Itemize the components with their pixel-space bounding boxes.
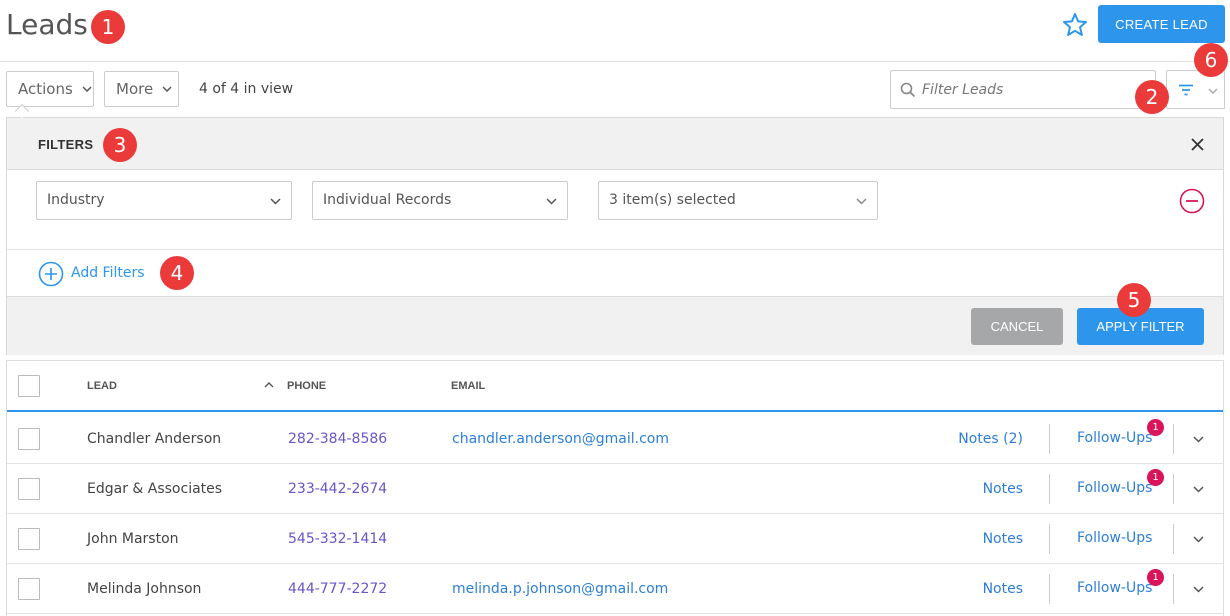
select-all-checkbox[interactable] — [18, 375, 40, 397]
chevron-down-icon — [162, 86, 172, 92]
row-checkbox[interactable] — [18, 528, 40, 550]
column-divider — [1049, 424, 1050, 454]
more-label: More — [116, 80, 154, 98]
annotation-marker-1: 1 — [91, 10, 125, 44]
lead-email[interactable]: melinda.p.johnson@gmail.com — [452, 581, 668, 597]
column-divider — [1173, 574, 1174, 604]
table-row[interactable]: Edgar & Associates 233-442-2674 Notes Follo… — [7, 464, 1223, 514]
filter-leads-search[interactable] — [890, 70, 1156, 109]
lead-phone[interactable]: 233-442-2674 — [288, 481, 387, 497]
followups-badge: 1 — [1147, 569, 1164, 586]
actions-dropdown[interactable]: Actions — [6, 71, 94, 107]
star-icon[interactable] — [1061, 11, 1089, 39]
column-divider — [1173, 474, 1174, 504]
more-dropdown[interactable]: More — [104, 71, 179, 107]
column-email[interactable]: EMAIL — [451, 380, 485, 392]
lead-name[interactable]: Melinda Johnson — [87, 581, 201, 597]
filter-scope-value: Individual Records — [323, 192, 452, 208]
column-divider — [1049, 524, 1050, 554]
annotation-marker-2: 2 — [1135, 80, 1169, 114]
chevron-down-icon — [856, 198, 867, 205]
row-checkbox[interactable] — [18, 578, 40, 600]
lead-name[interactable]: Edgar & Associates — [87, 481, 222, 497]
column-divider — [1173, 524, 1174, 554]
column-divider — [1049, 574, 1050, 604]
chevron-down-icon[interactable] — [1193, 536, 1204, 543]
followups-badge: 1 — [1147, 469, 1164, 486]
annotation-marker-5: 5 — [1117, 283, 1151, 317]
page-title: Leads — [6, 8, 88, 41]
notes-link[interactable]: Notes — [983, 481, 1023, 497]
chevron-down-icon — [1208, 88, 1218, 94]
followups-badge: 1 — [1147, 419, 1164, 436]
add-filters-link[interactable]: Add Filters — [71, 265, 145, 281]
notes-link[interactable]: Notes (2) — [958, 431, 1023, 447]
create-lead-button[interactable]: CREATE LEAD — [1098, 5, 1225, 43]
filter-icon — [1179, 84, 1193, 96]
notes-link[interactable]: Notes — [983, 581, 1023, 597]
filters-title: FILTERS — [38, 137, 94, 152]
row-checkbox[interactable] — [18, 478, 40, 500]
chevron-down-icon — [82, 86, 92, 92]
filter-items-value: 3 item(s) selected — [609, 192, 736, 208]
leads-table: LEAD PHONE EMAIL Chandler Anderson 282-38… — [6, 360, 1224, 616]
column-divider — [1173, 424, 1174, 454]
filter-items-select[interactable]: 3 item(s) selected — [598, 181, 878, 220]
lead-name[interactable]: John Marston — [87, 531, 179, 547]
table-row[interactable]: Chandler Anderson 282-384-8586 chandler.an… — [7, 414, 1223, 464]
chevron-down-icon[interactable] — [1193, 436, 1204, 443]
sort-ascending-icon[interactable] — [264, 382, 274, 388]
search-input[interactable] — [922, 79, 1147, 101]
lead-phone[interactable]: 282-384-8586 — [288, 431, 387, 447]
add-circle-icon[interactable] — [38, 261, 64, 287]
annotation-marker-6: 6 — [1194, 43, 1228, 77]
followups-link[interactable]: Follow-Ups — [1077, 580, 1152, 596]
followups-link[interactable]: Follow-Ups — [1077, 430, 1152, 446]
chevron-down-icon — [270, 198, 281, 205]
column-divider — [1049, 474, 1050, 504]
filter-scope-select[interactable]: Individual Records — [312, 181, 568, 220]
filter-toggle-button[interactable] — [1166, 70, 1204, 109]
table-row[interactable]: John Marston 545-332-1414 Notes Follow-Ups — [7, 514, 1223, 564]
chevron-down-icon — [546, 198, 557, 205]
lead-email[interactable]: chandler.anderson@gmail.com — [452, 431, 669, 447]
lead-phone[interactable]: 545-332-1414 — [288, 531, 387, 547]
annotation-marker-4: 4 — [160, 256, 194, 290]
column-phone[interactable]: PHONE — [287, 380, 326, 392]
filters-divider — [7, 249, 1223, 250]
lead-phone[interactable]: 444-777-2272 — [288, 581, 387, 597]
search-icon — [900, 82, 916, 98]
filters-footer: CANCEL APPLY FILTER — [7, 296, 1223, 355]
lead-name[interactable]: Chandler Anderson — [87, 431, 221, 447]
chevron-down-icon[interactable] — [1193, 486, 1204, 493]
filters-header: FILTERS — [7, 118, 1223, 170]
followups-link[interactable]: Follow-Ups — [1077, 530, 1152, 546]
remove-filter-icon[interactable] — [1179, 188, 1205, 214]
cancel-button[interactable]: CANCEL — [971, 308, 1063, 345]
filters-panel: FILTERS Industry Individual Records 3 it… — [6, 117, 1224, 355]
notes-link[interactable]: Notes — [983, 531, 1023, 547]
actions-label: Actions — [18, 80, 73, 98]
close-icon[interactable] — [1191, 138, 1204, 151]
header-divider — [0, 61, 1230, 62]
chevron-down-icon[interactable] — [1193, 586, 1204, 593]
followups-link[interactable]: Follow-Ups — [1077, 480, 1152, 496]
table-header: LEAD PHONE EMAIL — [7, 361, 1223, 412]
row-checkbox[interactable] — [18, 428, 40, 450]
filter-field-value: Industry — [47, 192, 105, 208]
view-count: 4 of 4 in view — [199, 81, 294, 97]
annotation-marker-3: 3 — [103, 128, 137, 162]
table-row[interactable]: Melinda Johnson 444-777-2272 melinda.p.joh… — [7, 564, 1223, 614]
column-lead[interactable]: LEAD — [87, 380, 117, 392]
filter-field-select[interactable]: Industry — [36, 181, 292, 220]
